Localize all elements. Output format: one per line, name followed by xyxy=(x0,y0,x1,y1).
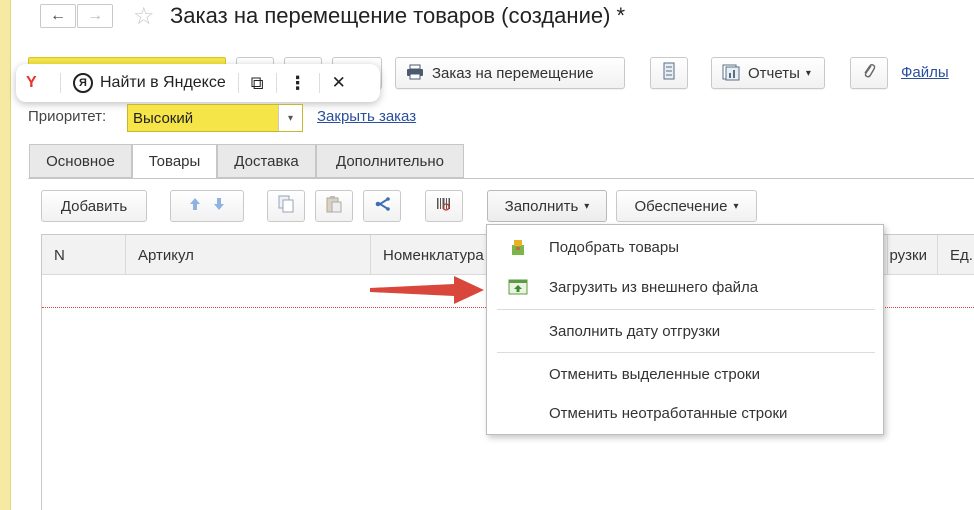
chevron-down-icon[interactable]: ▾ xyxy=(278,105,302,131)
menu-item-cancel-unprocessed-rows[interactable]: Отменить неотработанные строки xyxy=(487,393,883,433)
tabs-baseline xyxy=(28,178,974,179)
list-button[interactable] xyxy=(650,57,688,89)
menu-separator xyxy=(497,352,875,353)
page-title: Заказ на перемещение товаров (создание) … xyxy=(170,3,626,28)
yandex-browser-icon: Y xyxy=(26,74,37,91)
fill-label: Заполнить xyxy=(504,197,579,215)
clipboard-icon xyxy=(326,195,342,217)
reports-label: Отчеты xyxy=(748,64,800,82)
files-link[interactable]: Файлы xyxy=(901,64,949,81)
chevron-down-icon: ▾ xyxy=(733,200,739,212)
copy-icon[interactable]: ⧉ xyxy=(251,73,264,94)
tab-delivery[interactable]: Доставка xyxy=(217,144,316,178)
pick-goods-icon xyxy=(487,238,549,256)
paperclip-icon xyxy=(862,62,876,85)
arrow-left-icon: ← xyxy=(50,7,66,24)
popup-divider xyxy=(275,73,277,93)
barcode-icon xyxy=(436,196,452,216)
tab-main[interactable]: Основное xyxy=(29,144,132,178)
printer-icon xyxy=(406,64,424,83)
popup-divider xyxy=(60,73,61,93)
copy-row-button[interactable] xyxy=(267,190,305,222)
arrow-right-icon: → xyxy=(87,7,103,24)
popup-divider xyxy=(237,73,239,93)
add-button[interactable]: Добавить xyxy=(41,190,147,222)
back-button[interactable]: ← xyxy=(40,4,76,28)
find-in-yandex-button[interactable]: Найти в Яндексе xyxy=(100,74,226,92)
column-header-unit[interactable]: Ед. xyxy=(938,235,974,275)
yandex-search-icon: Я xyxy=(73,73,93,93)
menu-item-label: Заполнить дату отгрузки xyxy=(549,322,721,340)
menu-item-fill-shipment-date[interactable]: Заполнить дату отгрузки xyxy=(487,311,883,351)
left-panel-stripe xyxy=(0,0,11,510)
print-transfer-order-button[interactable]: Заказ на перемещение xyxy=(395,57,625,89)
menu-item-label: Отменить выделенные строки xyxy=(549,365,761,383)
column-header-article[interactable]: Артикул xyxy=(126,235,371,275)
print-transfer-order-label: Заказ на перемещение xyxy=(432,64,594,82)
fill-dropdown-menu: Подобрать товары Загрузить из внешнего ф… xyxy=(486,224,884,435)
supply-button[interactable]: Обеспечение ▾ xyxy=(616,190,757,222)
paste-row-button[interactable] xyxy=(315,190,353,222)
menu-item-label: Отменить неотработанные строки xyxy=(549,404,788,422)
barcode-search-button[interactable] xyxy=(425,190,463,222)
tab-goods[interactable]: Товары xyxy=(132,144,217,179)
chevron-down-icon: ▾ xyxy=(805,67,811,79)
copy-rows-icon xyxy=(278,195,294,217)
reports-icon xyxy=(722,63,740,84)
popup-divider xyxy=(318,73,320,93)
priority-value: Высокий xyxy=(133,109,194,127)
more-options-icon[interactable]: ⋮ xyxy=(289,73,307,94)
document-list-icon xyxy=(663,62,675,84)
fill-button[interactable]: Заполнить ▾ xyxy=(487,190,607,222)
arrow-up-icon[interactable] xyxy=(189,197,201,215)
branch-icon xyxy=(374,196,390,216)
column-header-n[interactable]: N xyxy=(42,235,126,275)
reports-button[interactable]: Отчеты ▾ xyxy=(711,57,825,89)
chevron-down-icon: ▾ xyxy=(584,200,590,212)
close-order-link[interactable]: Закрыть заказ xyxy=(317,108,416,125)
forward-button[interactable]: → xyxy=(77,4,113,28)
menu-item-pick-goods[interactable]: Подобрать товары xyxy=(487,227,883,267)
priority-label: Приоритет: xyxy=(28,108,107,125)
priority-select[interactable]: Высокий ▾ xyxy=(127,104,303,132)
menu-item-cancel-selected-rows[interactable]: Отменить выделенные строки xyxy=(487,354,883,394)
attach-button[interactable] xyxy=(850,57,888,89)
arrow-down-icon[interactable] xyxy=(213,197,225,215)
menu-item-label: Загрузить из внешнего файла xyxy=(549,278,759,296)
tab-additional[interactable]: Дополнительно xyxy=(316,144,464,178)
split-row-button[interactable] xyxy=(363,190,401,222)
menu-item-load-from-file[interactable]: Загрузить из внешнего файла xyxy=(487,267,883,307)
menu-separator xyxy=(497,309,875,310)
close-icon[interactable]: ✕ xyxy=(332,73,346,93)
favorite-star-icon[interactable]: ☆ xyxy=(133,2,155,31)
load-file-icon xyxy=(487,279,549,295)
yandex-search-popup: Y Я Найти в Яндексе ⧉ ⋮ ✕ xyxy=(16,64,380,102)
red-arrow-annotation xyxy=(370,276,484,304)
menu-item-label: Подобрать товары xyxy=(549,238,679,256)
move-row-group xyxy=(170,190,244,222)
supply-label: Обеспечение xyxy=(634,197,728,215)
